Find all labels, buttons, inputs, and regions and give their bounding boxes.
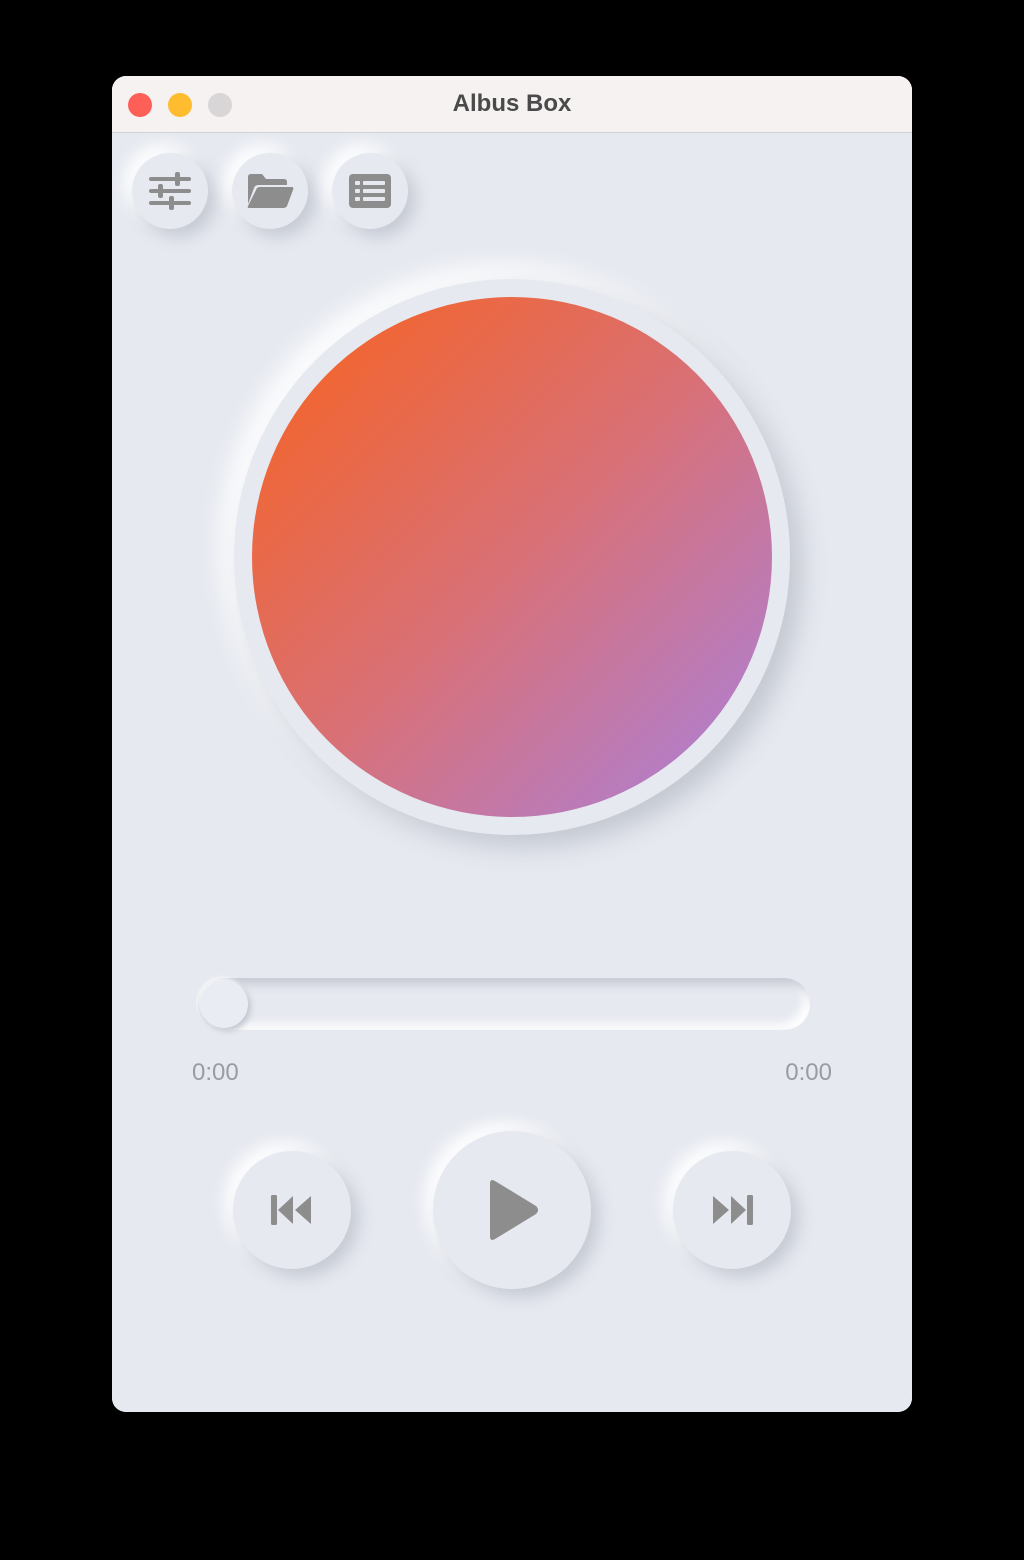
play-icon	[484, 1178, 540, 1242]
previous-track-button[interactable]	[233, 1151, 351, 1269]
play-button[interactable]	[433, 1131, 591, 1289]
previous-icon	[271, 1194, 313, 1226]
sliders-icon	[149, 172, 191, 210]
window-title: Albus Box	[452, 90, 572, 117]
open-folder-button[interactable]	[232, 153, 308, 229]
next-icon	[711, 1194, 753, 1226]
total-time: 0:00	[785, 1059, 832, 1086]
progress-knob[interactable]	[200, 980, 248, 1028]
playlist-icon	[349, 174, 391, 208]
album-art	[252, 297, 772, 817]
album-art-frame	[234, 279, 790, 835]
current-time: 0:00	[192, 1059, 239, 1086]
next-track-button[interactable]	[673, 1151, 791, 1269]
folder-open-icon	[246, 173, 294, 209]
playlist-button[interactable]	[332, 153, 408, 229]
progress-slider[interactable]	[198, 978, 810, 1030]
app-window: Albus Box 0:00 0:00	[112, 76, 912, 1412]
equalizer-settings-button[interactable]	[132, 153, 208, 229]
player-content: 0:00 0:00	[112, 133, 912, 1412]
title-bar: Albus Box	[112, 76, 912, 133]
